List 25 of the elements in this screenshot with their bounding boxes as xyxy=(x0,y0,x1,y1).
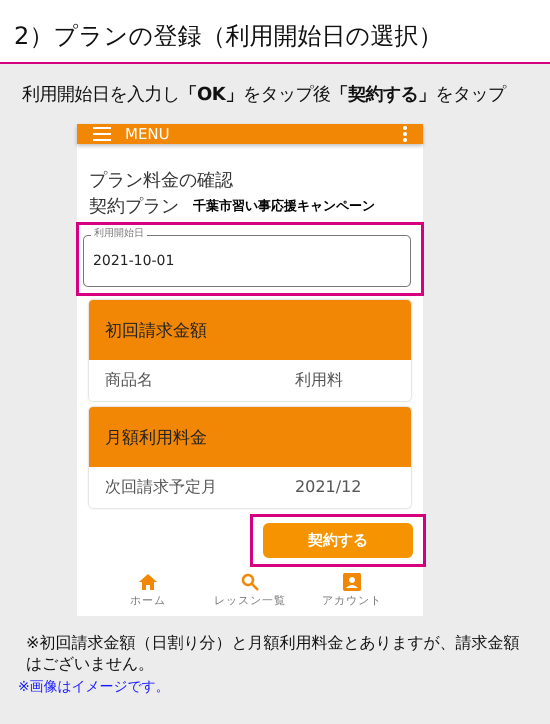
table-cell-text: 利用料 xyxy=(295,370,344,391)
card-header: 初回請求金額 xyxy=(89,300,411,360)
field-value: 2021-10-01 xyxy=(93,253,174,269)
account-icon xyxy=(343,573,361,591)
contract-button[interactable]: 契約する xyxy=(263,523,413,558)
table-cell-text: 次回請求予定月 xyxy=(105,477,218,498)
plan-label: 契約プラン xyxy=(89,195,179,218)
note-text: ※初回請求金額（日割り分）と月額利用料金とありますが、請求金額はございません。 xyxy=(26,632,520,674)
home-icon xyxy=(138,573,158,591)
date-input-field[interactable]: 利用開始日 2021-10-01 xyxy=(83,227,411,287)
menu-icon[interactable] xyxy=(93,127,111,141)
nav-label[interactable]: アカウント xyxy=(322,593,382,608)
instruction-text: 利用開始日を入力し「OK」をタップ後「契約する」をタップ xyxy=(22,83,507,106)
app-bar-title: MENU xyxy=(125,125,171,143)
page-title: プラン料金の確認 xyxy=(89,169,234,192)
nav-label[interactable]: レッスン一覧 xyxy=(214,593,286,608)
image-note: ※画像はイメージです。 xyxy=(18,678,171,696)
table-cell-text: 商品名 xyxy=(105,370,154,391)
search-icon xyxy=(241,573,259,591)
plan-name: 千葉市習い事応援キャンペーン xyxy=(193,198,375,215)
nav-label[interactable]: ホーム xyxy=(130,593,166,608)
card-header: 月額利用料金 xyxy=(89,407,411,467)
more-icon[interactable] xyxy=(403,126,407,142)
table-cell-text: 2021/12 xyxy=(295,477,362,498)
section-heading: 2）プランの登録（利用開始日の選択） xyxy=(14,21,442,52)
